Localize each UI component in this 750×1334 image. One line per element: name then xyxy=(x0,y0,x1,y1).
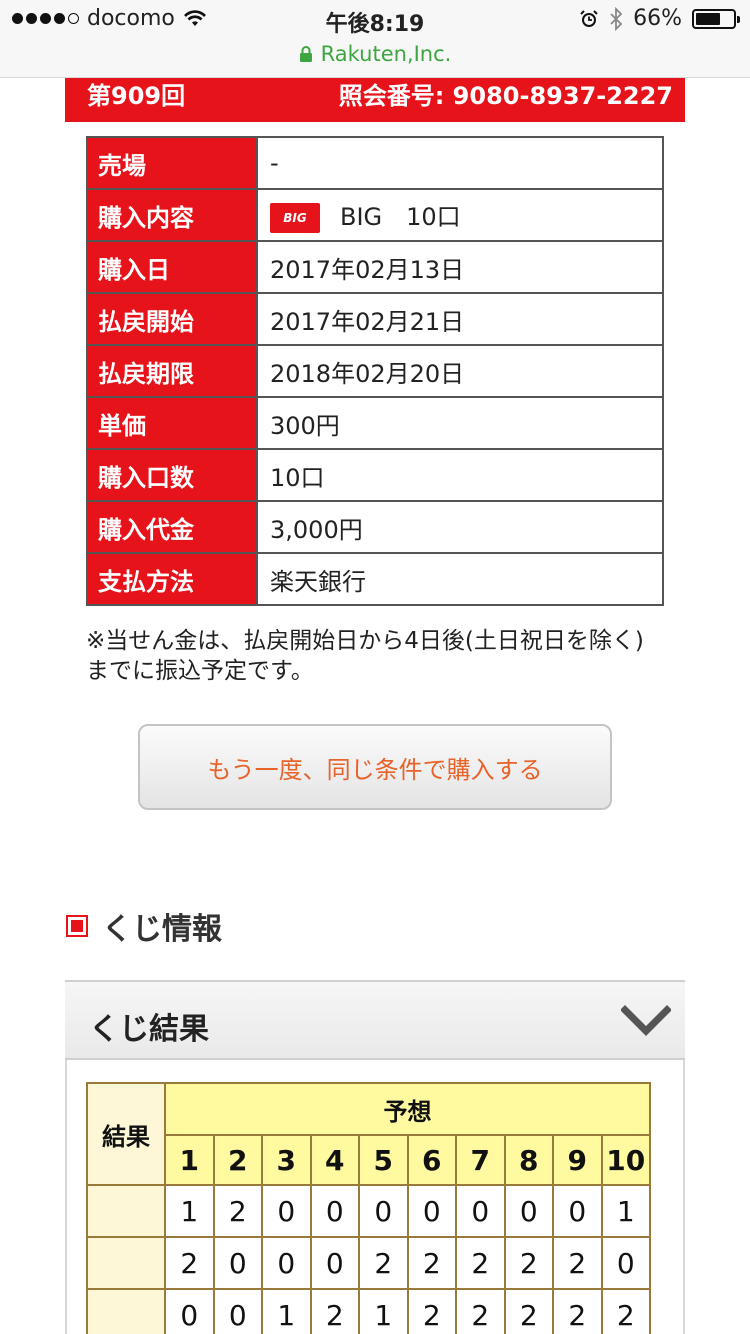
prediction-column-header: 10 xyxy=(600,1134,651,1186)
prediction-cell: 2 xyxy=(164,1236,215,1290)
prediction-cell: 0 xyxy=(309,1184,360,1238)
prediction-cell: 0 xyxy=(261,1236,312,1290)
lock-icon xyxy=(299,46,312,62)
info-row: 売場 - xyxy=(86,136,664,190)
prediction-cell: 2 xyxy=(309,1288,360,1334)
prediction-column-header: 6 xyxy=(406,1134,457,1186)
inquiry-number: 照会番号: 9080-8937-2227 xyxy=(338,82,673,110)
battery-icon xyxy=(692,8,740,29)
prediction-cell: 0 xyxy=(212,1288,263,1334)
prediction-cell: 2 xyxy=(455,1236,506,1290)
results-table: 結果 予想 1 2 3 4 5 6 7 8 9 10 1200000001200022222000… xyxy=(86,1082,651,1334)
prediction-column-header: 5 xyxy=(358,1134,409,1186)
prediction-column-header: 1 xyxy=(164,1134,215,1186)
info-value: 10口 xyxy=(256,448,664,502)
info-row: 購入代金 3,000円 xyxy=(86,500,664,554)
prediction-cell: 2 xyxy=(406,1288,457,1334)
info-label: 払戻開始 xyxy=(86,292,258,346)
prediction-cell: 0 xyxy=(552,1184,603,1238)
prediction-cell: 0 xyxy=(261,1184,312,1238)
info-label: 購入代金 xyxy=(86,500,258,554)
info-value: - xyxy=(256,136,664,190)
result-cell xyxy=(86,1236,166,1290)
url-bar[interactable]: Rakuten,Inc. xyxy=(0,42,750,66)
info-label: 支払方法 xyxy=(86,552,258,606)
section-marker-icon xyxy=(66,915,88,937)
prediction-cell: 0 xyxy=(309,1236,360,1290)
prediction-cell: 1 xyxy=(358,1288,409,1334)
info-value: 300円 xyxy=(256,396,664,450)
bluetooth-icon xyxy=(610,6,623,31)
prediction-cell: 1 xyxy=(261,1288,312,1334)
prediction-cell: 2 xyxy=(503,1236,554,1290)
prediction-column-header: 3 xyxy=(261,1134,312,1186)
battery-percent: 66% xyxy=(633,6,682,31)
info-row: 単価 300円 xyxy=(86,396,664,450)
prediction-column-header: 8 xyxy=(503,1134,554,1186)
info-label: 購入口数 xyxy=(86,448,258,502)
accordion-title: くじ結果 xyxy=(89,1012,209,1047)
result-header: 結果 xyxy=(86,1082,166,1186)
url-text: Rakuten,Inc. xyxy=(320,42,452,66)
alarm-icon xyxy=(580,9,598,27)
prediction-cell: 0 xyxy=(406,1184,457,1238)
payout-note: ※当せん金は、払戻開始日から4日後(土日祝日を除く)までに振込予定です。 xyxy=(86,628,644,684)
prediction-cell: 0 xyxy=(503,1184,554,1238)
info-value: 楽天銀行 xyxy=(256,552,664,606)
result-cell xyxy=(86,1184,166,1238)
prediction-cell: 0 xyxy=(212,1236,263,1290)
prediction-cell: 2 xyxy=(358,1236,409,1290)
info-label: 単価 xyxy=(86,396,258,450)
info-value: BIG BIG 10口 xyxy=(256,188,664,242)
info-value-text: BIG 10口 xyxy=(340,203,461,231)
info-row: 支払方法 楽天銀行 xyxy=(86,552,664,606)
prediction-column-header: 9 xyxy=(552,1134,603,1186)
section-title: くじ情報 xyxy=(66,904,222,948)
prediction-cell: 2 xyxy=(455,1288,506,1334)
info-value: 2017年02月13日 xyxy=(256,240,664,294)
section-title-label: くじ情報 xyxy=(102,912,222,947)
prediction-cell: 2 xyxy=(406,1236,457,1290)
prediction-header: 予想 xyxy=(164,1082,651,1136)
results-row: 2000222220 xyxy=(86,1236,651,1290)
prediction-cell: 0 xyxy=(600,1236,651,1290)
results-row: 0012122222 xyxy=(86,1288,651,1334)
prediction-cell: 0 xyxy=(455,1184,506,1238)
info-row: 払戻期限 2018年02月20日 xyxy=(86,344,664,398)
info-label: 購入内容 xyxy=(86,188,258,242)
prediction-cell: 0 xyxy=(358,1184,409,1238)
info-row: 購入日 2017年02月13日 xyxy=(86,240,664,294)
prediction-cell: 2 xyxy=(552,1236,603,1290)
info-value: 2018年02月20日 xyxy=(256,344,664,398)
info-value: 3,000円 xyxy=(256,500,664,554)
status-bar: docomo 午後8:19 66% Rakuten,Inc. xyxy=(0,0,750,78)
prediction-cell: 2 xyxy=(503,1288,554,1334)
info-row: 購入口数 10口 xyxy=(86,448,664,502)
prediction-cell: 2 xyxy=(212,1184,263,1238)
info-row: 購入内容 BIG BIG 10口 xyxy=(86,188,664,242)
purchase-info-table: 売場 - 購入内容 BIG BIG 10口購入日 2017年02月13日 払戻開始 2017年… xyxy=(86,136,664,606)
info-label: 購入日 xyxy=(86,240,258,294)
prediction-column-header: 2 xyxy=(212,1134,263,1186)
result-cell xyxy=(86,1288,166,1334)
info-label: 払戻期限 xyxy=(86,344,258,398)
prediction-cell: 2 xyxy=(552,1288,603,1334)
info-label: 売場 xyxy=(86,136,258,190)
results-accordion[interactable]: くじ結果 xyxy=(65,980,685,1060)
chevron-down-icon[interactable] xyxy=(621,1004,671,1038)
results-row: 1200000001 xyxy=(86,1184,651,1238)
round-number: 第909回 xyxy=(87,82,186,110)
prediction-column-header: 7 xyxy=(455,1134,506,1186)
prediction-cell: 1 xyxy=(600,1184,651,1238)
prediction-cell: 1 xyxy=(164,1184,215,1238)
info-value: 2017年02月21日 xyxy=(256,292,664,346)
prediction-cell: 0 xyxy=(164,1288,215,1334)
prediction-column-header: 4 xyxy=(309,1134,360,1186)
info-row: 払戻開始 2017年02月21日 xyxy=(86,292,664,346)
prediction-cell: 2 xyxy=(600,1288,651,1334)
big-logo-icon: BIG xyxy=(270,203,320,233)
repurchase-button[interactable]: もう一度、同じ条件で購入する xyxy=(138,724,612,810)
